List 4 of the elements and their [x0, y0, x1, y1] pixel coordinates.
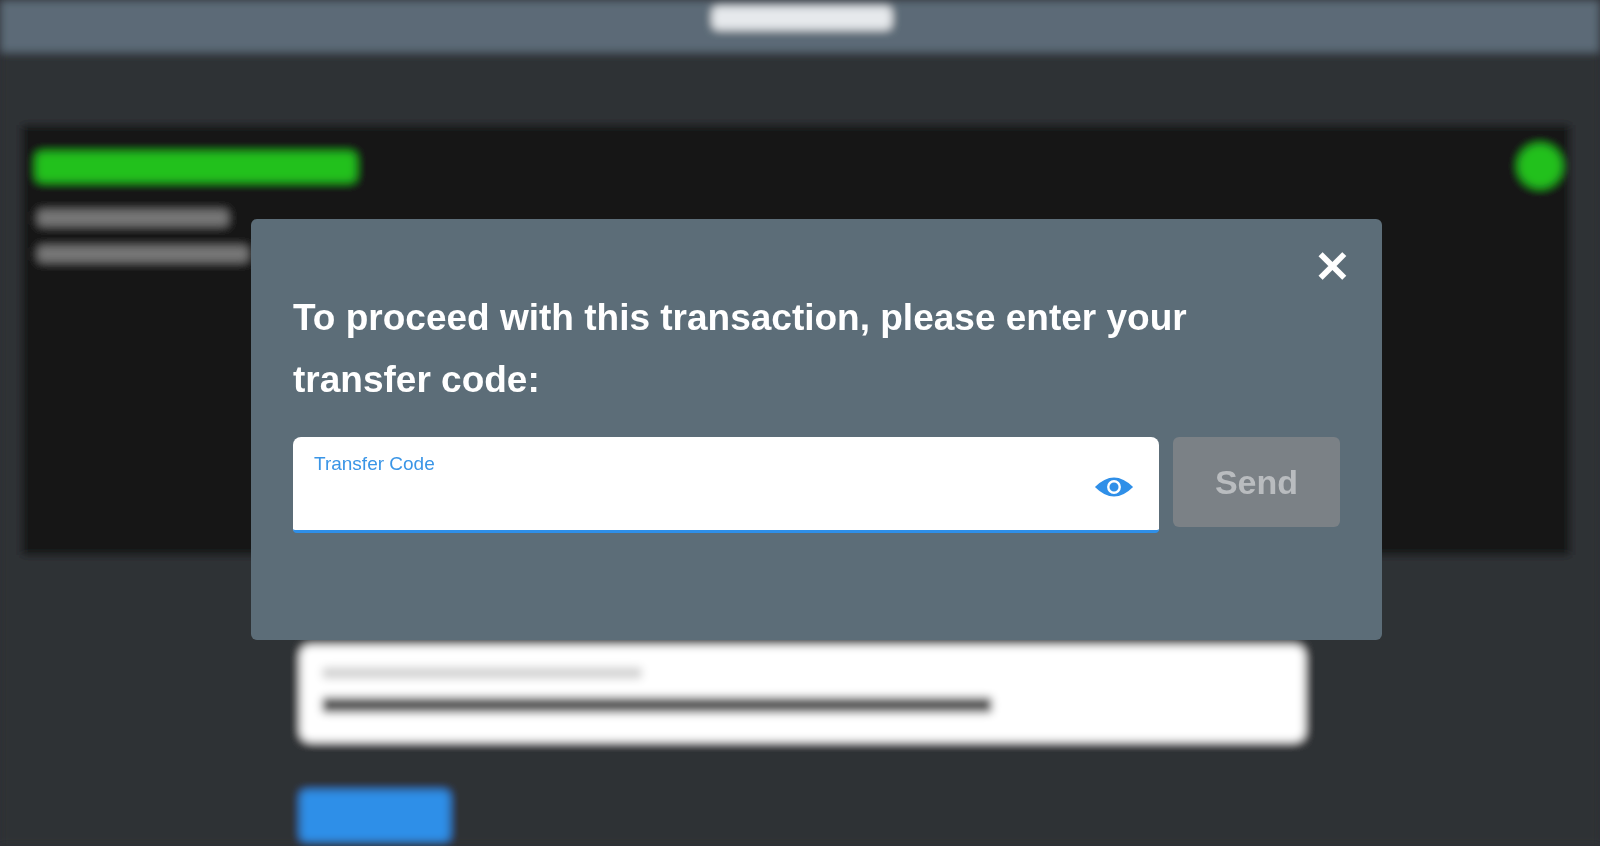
close-button[interactable]: ✕: [1308, 241, 1357, 293]
field-label: Transfer Code: [314, 452, 435, 475]
transfer-code-field[interactable]: Transfer Code: [293, 437, 1159, 533]
dialog-message: To proceed with this transaction, please enter your transfer code:: [293, 296, 1188, 402]
